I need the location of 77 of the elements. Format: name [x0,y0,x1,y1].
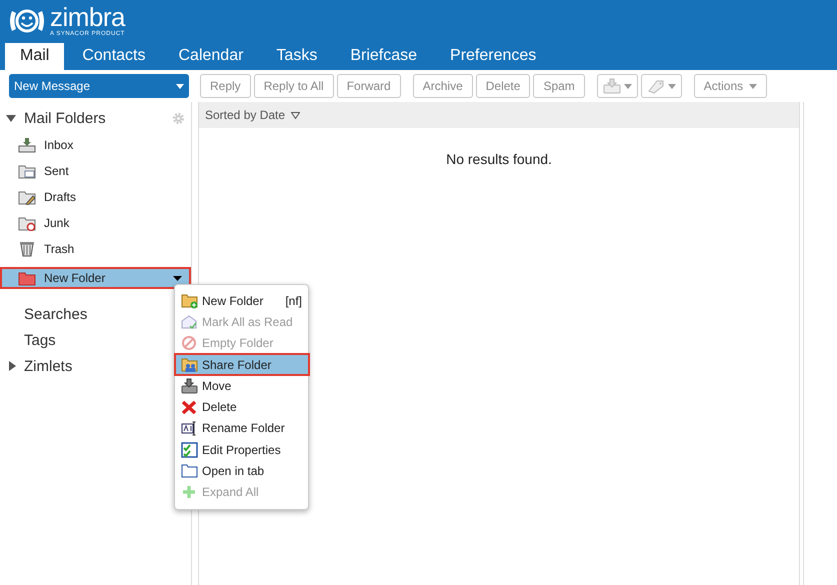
menu-item-label: Edit Properties [202,442,281,457]
junk-folder-icon [18,215,36,231]
section-header[interactable]: Zimlets [24,358,72,374]
trash-can-icon [18,241,36,257]
app-tab[interactable]: Mail [5,43,64,70]
actions-menu-button[interactable]: Actions [694,74,768,98]
folder-item[interactable]: Sent [0,160,191,182]
folder-icon [18,270,36,286]
folder-icon [181,463,198,480]
menu-item-label: Share Folder [202,358,272,372]
caret-icon [624,84,632,88]
rename-icon [181,420,198,436]
toolbar-button[interactable]: Delete [476,74,530,98]
toolbar-button[interactable]: Reply to All [254,74,334,98]
delete-icon [181,399,198,416]
checklist-icon [181,442,198,458]
folder-name: New Folder [44,271,106,285]
caret-icon [176,84,184,88]
menu-item-label: Move [202,378,232,393]
menu-item-label: Delete [202,400,237,414]
menu-item-label: Rename Folder [202,421,285,436]
drafts-folder-icon [18,189,36,205]
menu-item-label: Mark All as Read [202,314,293,329]
menu-item-label: Empty Folder [202,336,274,350]
new-folder-icon [181,292,198,309]
toolbar-button[interactable]: Spam [533,74,585,98]
toolbar-button[interactable]: Archive [412,74,473,98]
prohibited-icon [181,335,198,352]
expand-arrow-icon[interactable] [8,361,17,371]
tag-icon [646,78,665,94]
toolbar-button[interactable]: Reply [200,74,251,98]
menu-item[interactable]: New Folder [nf] [175,290,308,312]
sort-label[interactable]: Sorted by Date [205,108,286,122]
new-message-button[interactable]: New Message [9,74,189,98]
folder-name: Drafts [44,190,76,204]
folder-item[interactable]: Drafts [0,186,191,208]
folder-item[interactable]: Inbox [0,134,191,156]
section-header[interactable]: Mail Folders [24,110,106,126]
app-tab[interactable]: Contacts [67,43,160,70]
caret-icon [668,84,676,88]
menu-item-label: Open in tab [202,464,264,478]
logo-wordmark: zimbra [50,4,126,30]
app-tab[interactable]: Calendar [163,43,258,70]
folder-item[interactable]: Trash [0,238,191,260]
sent-folder-icon [18,163,36,179]
menu-item[interactable]: Rename Folder [175,418,308,440]
menu-item[interactable]: Open in tab [175,460,308,482]
menu-item[interactable]: Delete [175,396,308,418]
tray-icon [181,378,198,394]
caret-icon [749,84,758,88]
section-header[interactable]: Tags [24,332,56,348]
plus-icon [181,484,198,500]
folder-name: Inbox [44,138,74,152]
menu-item-label: New Folder [202,294,264,308]
inbox-icon [18,137,36,153]
app-tab[interactable]: Tasks [261,43,332,70]
expand-arrow-icon[interactable] [6,113,16,123]
menu-item[interactable]: Share Folder [175,354,309,376]
sort-arrow-icon[interactable] [291,112,300,118]
menu-item-label: Expand All [202,485,259,500]
folder-item[interactable]: New Folder [0,267,191,289]
menu-item[interactable]: Edit Properties [175,439,308,460]
app-tab[interactable]: Preferences [435,43,552,70]
section-header[interactable]: Searches [24,306,88,322]
shared-folder-icon [181,356,198,373]
caret-icon[interactable] [173,276,182,280]
folder-name: Sent [44,164,69,178]
folder-name: Trash [44,242,74,256]
tray-icon [602,78,621,94]
envelope-icon [181,314,198,330]
menu-item[interactable]: Move [175,375,308,396]
toolbar-button[interactable]: Forward [336,74,401,98]
folder-item[interactable]: Junk [0,212,191,234]
shortcut-hint: [nf] [285,294,302,308]
folder-name: Junk [44,216,70,230]
empty-message: No results found. [445,151,553,167]
app-tab[interactable]: Briefcase [335,43,432,70]
